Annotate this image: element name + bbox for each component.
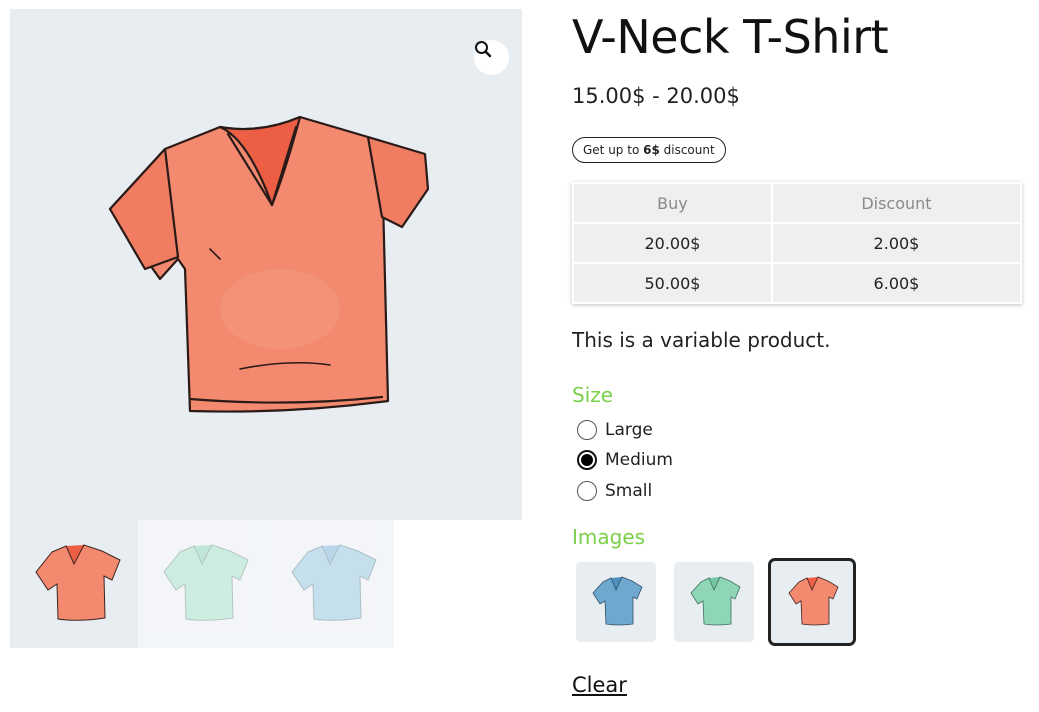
tshirt-swatch-image [592, 576, 643, 626]
discount-badge-amount: 6$ [643, 143, 660, 157]
size-option-label: Medium [605, 450, 673, 470]
size-option-label: Small [605, 481, 653, 501]
product-description: This is a variable product. [572, 328, 831, 352]
tshirt-illustration [108, 115, 430, 413]
size-option-label: Large [605, 420, 653, 440]
gallery-thumbnails [10, 520, 394, 648]
size-option-large[interactable]: Large [577, 418, 653, 442]
discount-badge-prefix: Get up to [583, 143, 644, 157]
column-header-buy: Buy [574, 184, 771, 222]
table-cell-discount: 2.00$ [772, 224, 1020, 262]
discount-badge: Get up to 6$ discount [572, 137, 726, 163]
table-cell-discount: 6.00$ [772, 264, 1020, 302]
zoom-button[interactable] [474, 40, 509, 75]
table-row: 20.00$ 2.00$ [574, 224, 1020, 262]
thumbnail-coral[interactable] [10, 520, 138, 648]
discount-tier-table: Buy Discount 20.00$ 2.00$ 50.00$ 6.00$ [572, 182, 1022, 304]
table-row: 50.00$ 6.00$ [574, 264, 1020, 302]
product-title: V-Neck T-Shirt [572, 10, 889, 64]
size-option-medium[interactable]: Medium [577, 448, 673, 472]
image-swatch-mint[interactable] [674, 562, 754, 642]
table-cell-buy: 50.00$ [574, 264, 771, 302]
table-cell-buy: 20.00$ [574, 224, 771, 262]
tshirt-thumbnail-image [291, 544, 377, 621]
radio-button[interactable] [577, 481, 597, 501]
size-option-small[interactable]: Small [577, 479, 652, 503]
radio-button-checked[interactable] [577, 450, 597, 470]
clear-selection-link[interactable]: Clear [572, 673, 627, 697]
thumbnail-mint[interactable] [138, 520, 266, 648]
images-attribute-label: Images [572, 525, 646, 549]
magnifier-icon [475, 41, 492, 58]
product-main-image[interactable] [10, 9, 522, 520]
table-header-row: Buy Discount [574, 184, 1020, 222]
thumbnail-blue[interactable] [266, 520, 394, 648]
image-swatch-coral-selected[interactable] [768, 558, 856, 646]
tshirt-thumbnail-image [35, 544, 121, 621]
image-swatch-blue[interactable] [576, 562, 656, 642]
discount-badge-suffix: discount [659, 143, 715, 157]
tshirt-swatch-image [788, 576, 839, 626]
radio-button[interactable] [577, 420, 597, 440]
column-header-discount: Discount [772, 184, 1020, 222]
tshirt-swatch-image [690, 576, 741, 626]
size-attribute-label: Size [572, 383, 614, 407]
product-price-range: 15.00$ - 20.00$ [572, 84, 740, 108]
tshirt-thumbnail-image [163, 544, 249, 621]
